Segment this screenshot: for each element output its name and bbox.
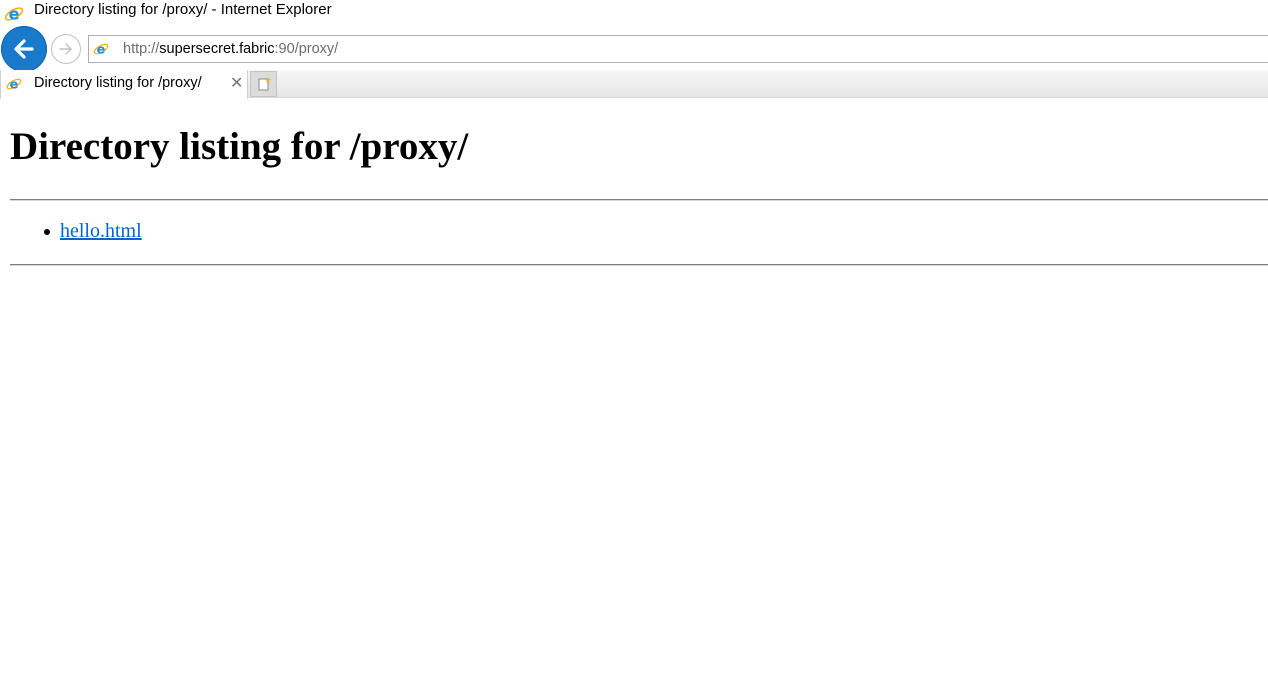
navigation-bar: e http://supersecret.fabric:90/proxy/	[0, 26, 1268, 72]
new-tab-icon	[258, 77, 271, 91]
bullet	[44, 229, 50, 235]
tab-label: Directory listing for /proxy/	[34, 75, 202, 91]
site-icon: e	[93, 42, 109, 57]
close-icon[interactable]: ✕	[230, 73, 243, 92]
url-text[interactable]: http://supersecret.fabric:90/proxy/	[123, 41, 338, 57]
svg-text:e: e	[9, 5, 20, 24]
svg-text:e: e	[97, 42, 106, 57]
tab-bar: e Directory listing for /proxy/ ✕	[0, 70, 1268, 99]
window-titlebar: e Directory listing for /proxy/ - Intern…	[0, 0, 1268, 28]
divider-bottom	[10, 264, 1268, 266]
address-bar[interactable]: e http://supersecret.fabric:90/proxy/	[88, 35, 1268, 63]
url-host: supersecret.fabric	[159, 41, 275, 57]
file-link-hello-html[interactable]: hello.html	[60, 220, 142, 243]
tab-favicon-icon: e	[6, 77, 22, 92]
divider-top	[10, 199, 1268, 201]
forward-arrow-icon	[59, 43, 72, 55]
page-heading: Directory listing for /proxy/	[10, 125, 469, 168]
tab-directory-listing[interactable]: e Directory listing for /proxy/ ✕	[0, 70, 248, 99]
svg-text:e: e	[10, 77, 19, 92]
new-tab-button[interactable]	[250, 71, 277, 97]
url-path: :90/proxy/	[274, 41, 339, 57]
back-button[interactable]	[1, 26, 47, 72]
window-title: Directory listing for /proxy/ - Internet…	[34, 1, 332, 18]
page-content: Directory listing for /proxy/ hello.html	[0, 98, 1268, 694]
back-arrow-icon	[14, 39, 34, 59]
url-scheme: http://	[123, 41, 160, 57]
internet-explorer-icon: e	[4, 5, 24, 24]
forward-button[interactable]	[51, 34, 81, 64]
